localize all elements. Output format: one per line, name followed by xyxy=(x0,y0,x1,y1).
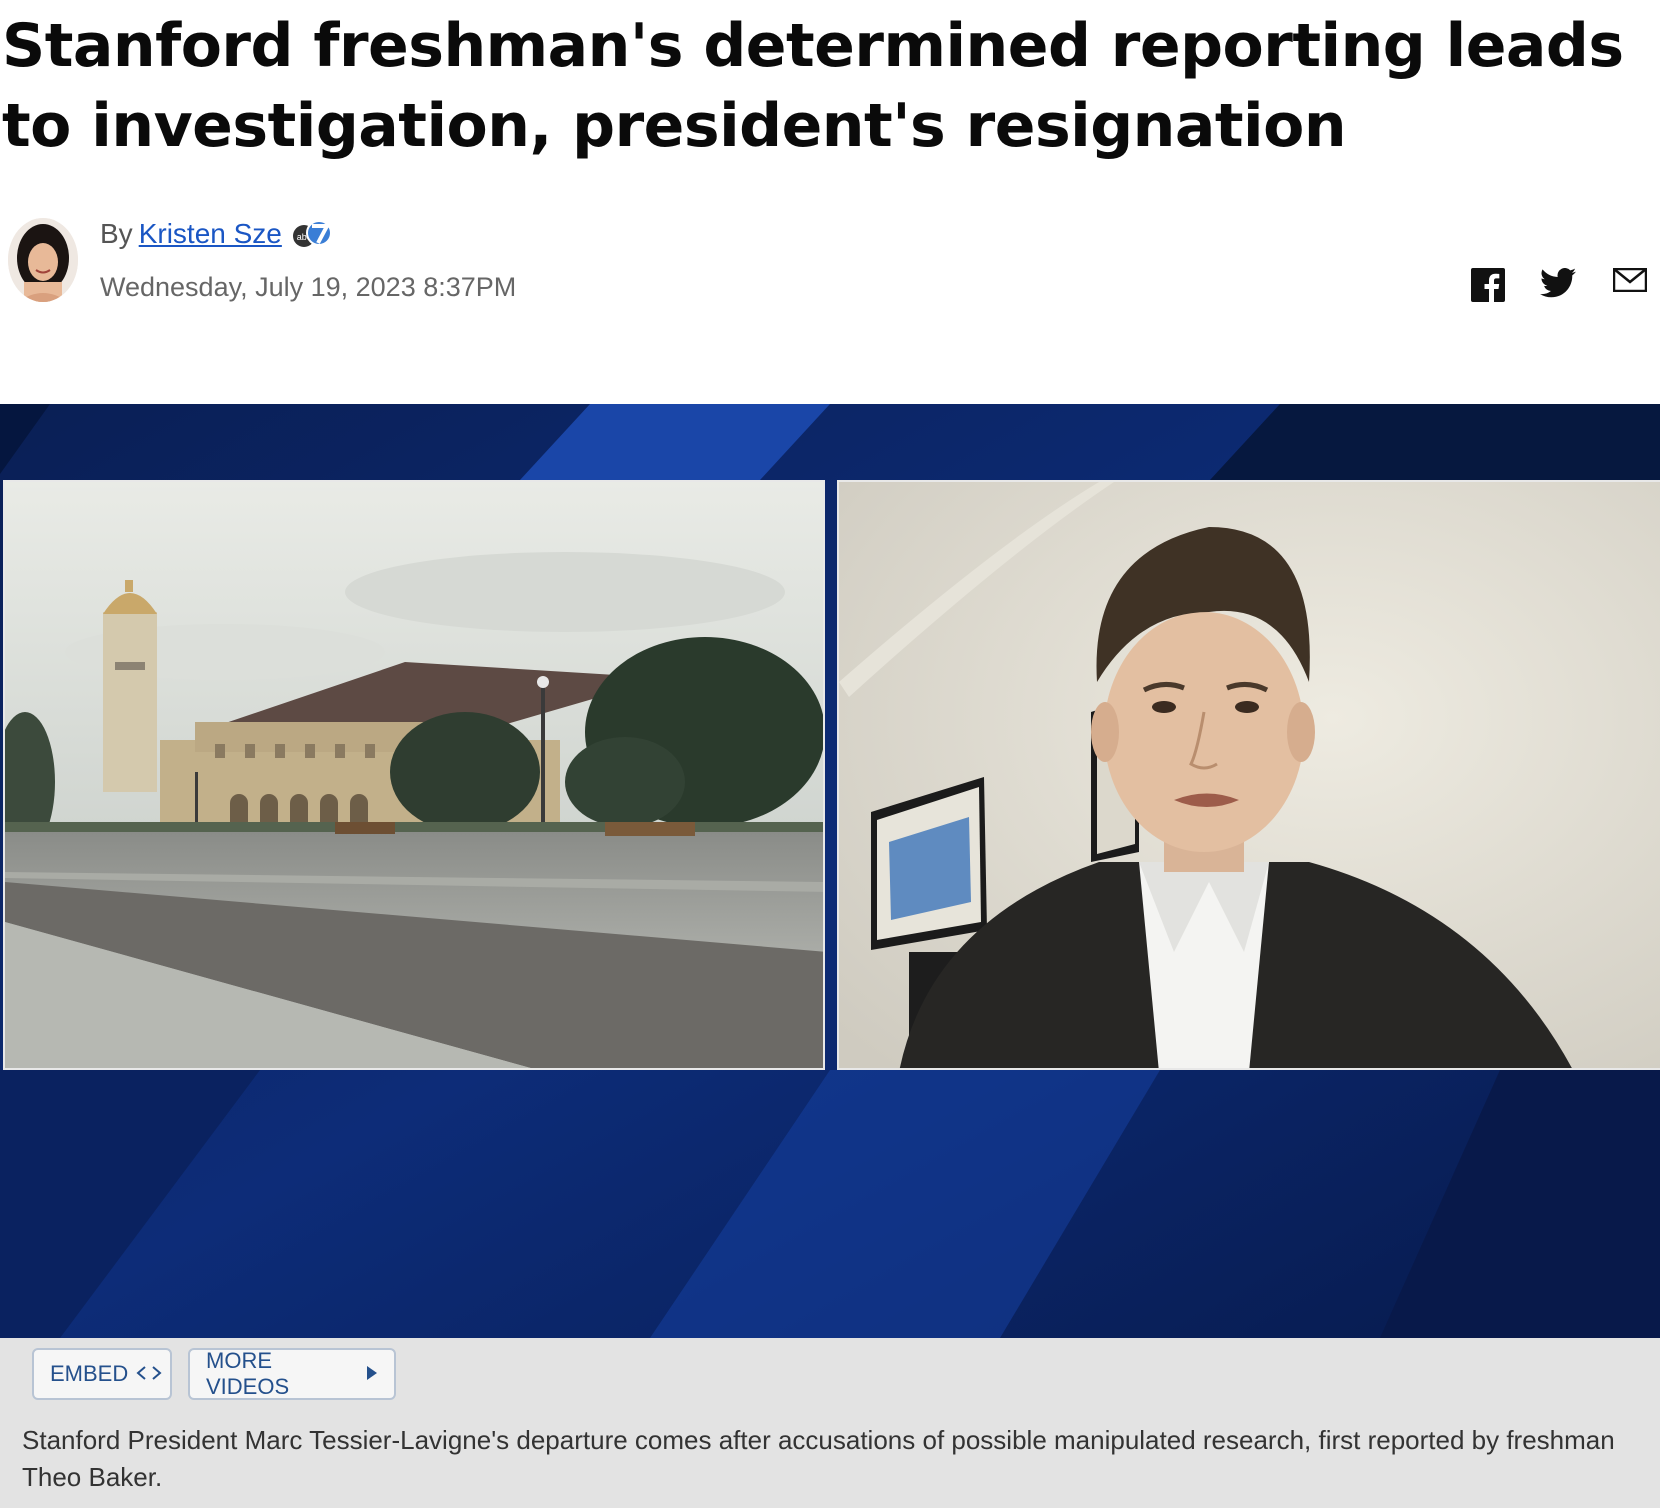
video-player[interactable] xyxy=(0,404,1660,1338)
video-controls-bar: EMBED MORE VIDEOS Stanford President Mar… xyxy=(0,1338,1660,1508)
campus-video-panel xyxy=(3,480,825,1070)
interview-video-panel xyxy=(837,480,1660,1070)
email-icon[interactable] xyxy=(1613,268,1647,292)
facebook-icon[interactable] xyxy=(1471,268,1505,302)
video-caption: Stanford President Marc Tessier-Lavigne'… xyxy=(22,1425,1615,1492)
article-page: Stanford freshman's determined reporting… xyxy=(0,0,1660,1508)
author-link[interactable]: Kristen Sze xyxy=(139,218,282,250)
twitter-icon[interactable] xyxy=(1540,268,1576,298)
play-arrow-icon xyxy=(366,1361,378,1387)
author-avatar[interactable] xyxy=(8,218,78,302)
byline: By Kristen Sze abc xyxy=(100,218,332,250)
embed-label: EMBED xyxy=(50,1361,129,1386)
byline-prefix: By xyxy=(100,218,133,249)
abc7-logo-icon: abc xyxy=(292,219,332,249)
code-brackets-icon xyxy=(136,1361,162,1387)
embed-button[interactable]: EMBED xyxy=(32,1348,172,1400)
more-videos-label: MORE VIDEOS xyxy=(206,1348,290,1399)
more-videos-button[interactable]: MORE VIDEOS xyxy=(188,1348,396,1400)
publish-date: Wednesday, July 19, 2023 8:37PM xyxy=(100,272,517,302)
headline: Stanford freshman's determined reporting… xyxy=(2,11,1624,161)
